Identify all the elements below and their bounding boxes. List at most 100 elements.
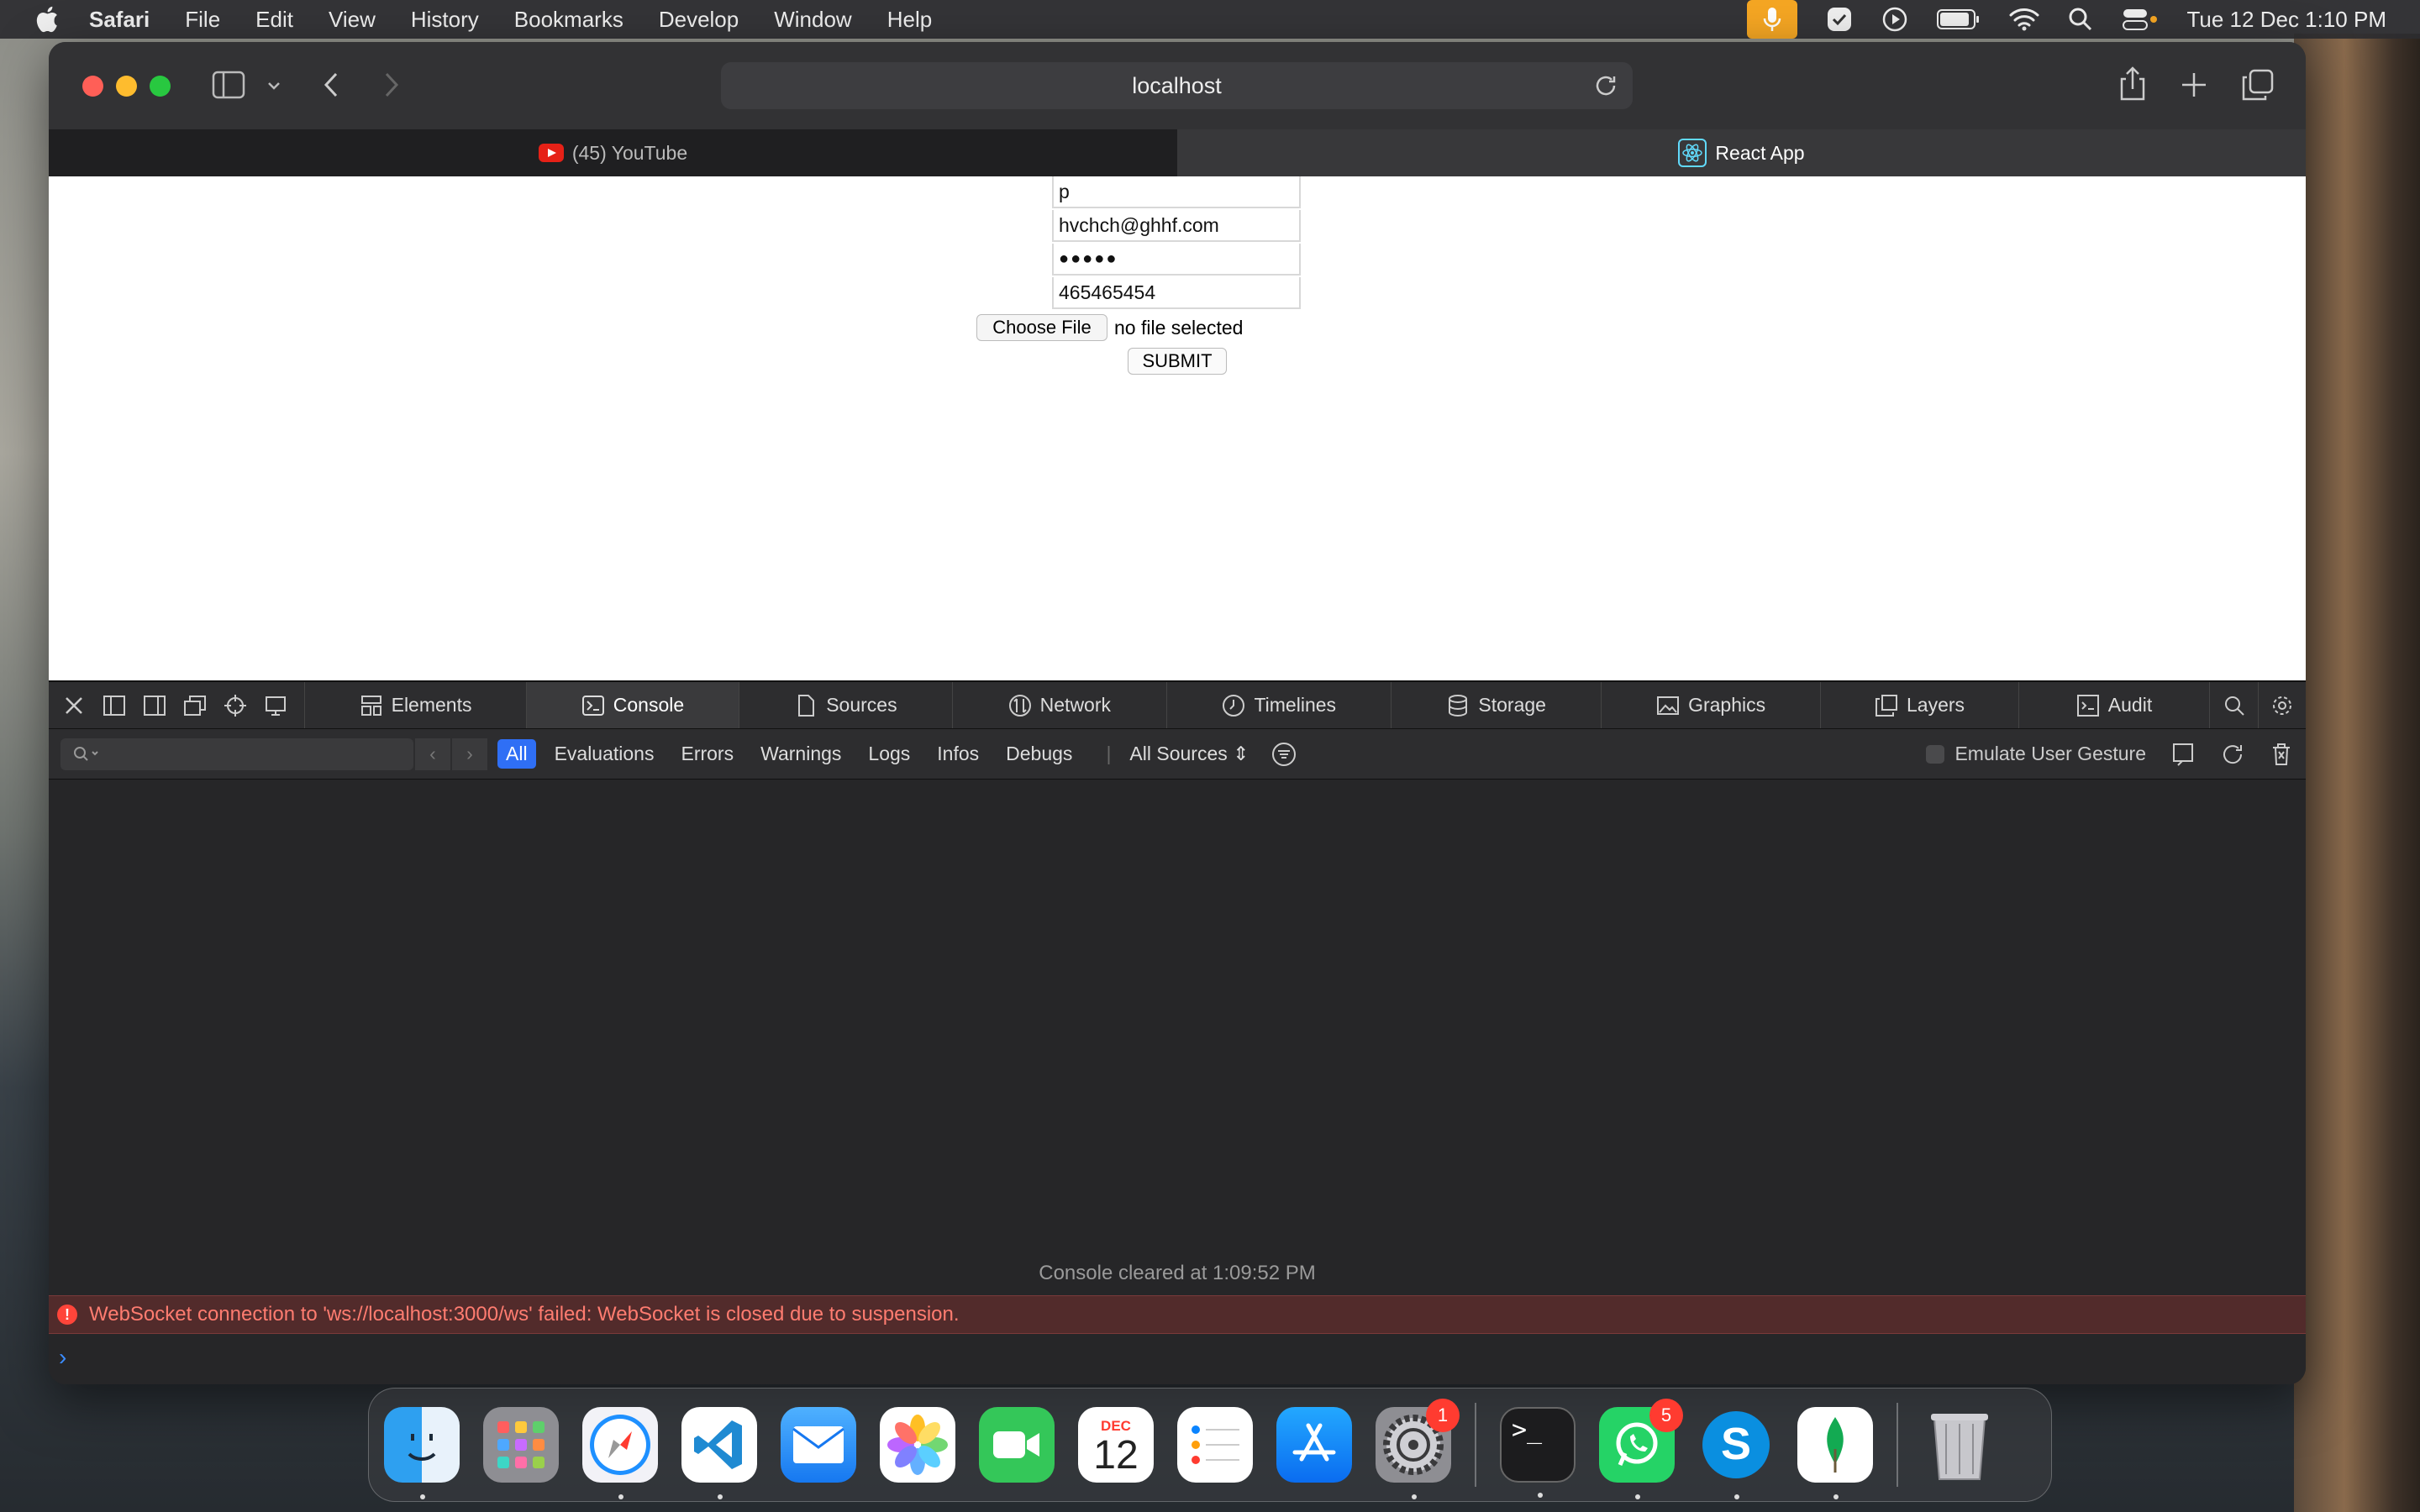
- devtools-tab-graphics[interactable]: Graphics: [1602, 682, 1822, 728]
- system-settings-icon[interactable]: 1: [1376, 1399, 1460, 1499]
- javascript-context-icon[interactable]: [2171, 742, 2196, 767]
- menu-help[interactable]: Help: [887, 7, 932, 33]
- devtools-tab-layers[interactable]: Layers: [1821, 682, 2019, 728]
- menu-view[interactable]: View: [329, 7, 376, 33]
- calendar-day: 12: [1093, 1433, 1139, 1478]
- dock-separator: [1897, 1403, 1898, 1487]
- crosshair-icon[interactable]: [224, 694, 247, 717]
- zoom-window-button[interactable]: [150, 76, 171, 97]
- whatsapp-icon[interactable]: 5: [1599, 1399, 1683, 1499]
- new-tab-icon[interactable]: [2180, 71, 2208, 99]
- console-output: [49, 780, 2306, 1339]
- photos-icon[interactable]: [880, 1407, 955, 1483]
- sidebar-toggle-icon[interactable]: [212, 71, 245, 99]
- tab-overview-icon[interactable]: [2242, 69, 2274, 101]
- devtools-tab-elements[interactable]: Elements: [305, 682, 527, 728]
- name-input[interactable]: p: [1052, 176, 1301, 208]
- filter-warnings[interactable]: Warnings: [752, 739, 850, 769]
- safari-icon[interactable]: [582, 1407, 658, 1499]
- previous-match-button[interactable]: ‹: [415, 738, 450, 770]
- filter-options-icon[interactable]: [1270, 741, 1297, 768]
- share-icon[interactable]: [2118, 66, 2148, 102]
- emulate-gesture-checkbox[interactable]: [1926, 744, 1945, 764]
- calendar-icon[interactable]: DEC 12: [1078, 1407, 1154, 1483]
- minimize-window-button[interactable]: [116, 76, 137, 97]
- tab-react-app[interactable]: React App: [1177, 129, 2306, 176]
- microphone-icon[interactable]: [1746, 0, 1797, 39]
- checkmark-app-icon[interactable]: [1826, 6, 1853, 33]
- battery-icon[interactable]: [1936, 8, 1981, 30]
- app-store-icon[interactable]: [1276, 1407, 1352, 1483]
- back-icon[interactable]: [319, 71, 343, 99]
- skype-icon[interactable]: S: [1698, 1407, 1774, 1499]
- address-bar[interactable]: localhost: [721, 62, 1633, 109]
- close-window-button[interactable]: [82, 76, 103, 97]
- dock-right-icon[interactable]: [143, 694, 166, 717]
- address-bar-url: localhost: [1132, 72, 1222, 98]
- wifi-icon[interactable]: [2009, 8, 2039, 31]
- reload-icon[interactable]: [1592, 72, 1619, 99]
- menubar-clock[interactable]: Tue 12 Dec 1:10 PM: [2187, 7, 2387, 33]
- devtools-tab-sources[interactable]: Sources: [739, 682, 953, 728]
- menu-history[interactable]: History: [411, 7, 479, 33]
- spotlight-search-icon[interactable]: [2068, 7, 2093, 32]
- device-settings-icon[interactable]: [264, 694, 287, 717]
- tab-youtube[interactable]: (45) YouTube: [49, 129, 1177, 176]
- dock-separator: [1475, 1403, 1476, 1487]
- console-error-row[interactable]: ! WebSocket connection to 'ws://localhos…: [49, 1295, 2306, 1334]
- devtools-tab-network[interactable]: Network: [953, 682, 1168, 728]
- devtools-tab-audit[interactable]: Audit: [2019, 682, 2211, 728]
- mail-icon[interactable]: [781, 1407, 856, 1483]
- devtools-tab-timelines[interactable]: Timelines: [1167, 682, 1392, 728]
- dock-left-icon[interactable]: [103, 694, 126, 717]
- chevron-down-icon[interactable]: [266, 77, 282, 94]
- control-center-icon[interactable]: [2122, 7, 2159, 32]
- devtools-tab-console[interactable]: Console: [526, 682, 740, 728]
- devtools-tab-storage[interactable]: Storage: [1392, 682, 1602, 728]
- vscode-icon[interactable]: [681, 1407, 757, 1499]
- facetime-icon[interactable]: [979, 1407, 1055, 1483]
- menu-develop[interactable]: Develop: [659, 7, 739, 33]
- filter-evaluations[interactable]: Evaluations: [546, 739, 663, 769]
- tab-label: Timelines: [1254, 694, 1337, 716]
- phone-input[interactable]: 465465454: [1052, 277, 1301, 309]
- notification-badge: 5: [1649, 1399, 1683, 1432]
- console-prompt-input[interactable]: ›: [49, 1336, 2306, 1384]
- menu-app-name[interactable]: Safari: [89, 7, 150, 33]
- apple-icon[interactable]: [34, 4, 64, 34]
- filter-infos[interactable]: Infos: [929, 739, 987, 769]
- react-icon: [1678, 139, 1707, 167]
- forward-icon[interactable]: [380, 71, 403, 99]
- devtools-search-button[interactable]: [2210, 682, 2260, 728]
- detach-window-icon[interactable]: [183, 694, 207, 717]
- submit-button[interactable]: SUBMIT: [1128, 348, 1227, 375]
- password-input[interactable]: ●●●●●: [1052, 244, 1301, 276]
- menu-file[interactable]: File: [185, 7, 220, 33]
- console-search-input[interactable]: [60, 738, 413, 770]
- trash-icon[interactable]: [2269, 742, 2294, 767]
- reload-page-icon[interactable]: [2220, 742, 2245, 767]
- browser-toolbar: localhost: [49, 42, 2306, 129]
- reminders-icon[interactable]: [1177, 1407, 1253, 1483]
- close-devtools-icon[interactable]: [62, 694, 86, 717]
- emulate-gesture-label: Emulate User Gesture: [1954, 743, 2146, 764]
- email-input[interactable]: hvchch@ghhf.com: [1052, 210, 1301, 242]
- devtools-settings-button[interactable]: [2259, 682, 2306, 728]
- terminal-icon[interactable]: >_: [1500, 1407, 1576, 1498]
- svg-text:S: S: [1721, 1419, 1751, 1469]
- menu-edit[interactable]: Edit: [255, 7, 293, 33]
- filter-logs[interactable]: Logs: [860, 739, 918, 769]
- finder-icon[interactable]: [384, 1407, 460, 1499]
- sources-select[interactable]: All Sources ⇕: [1121, 739, 1257, 769]
- choose-file-button[interactable]: Choose File: [976, 314, 1107, 341]
- filter-errors[interactable]: Errors: [672, 739, 742, 769]
- trash-icon[interactable]: [1922, 1407, 1997, 1483]
- filter-all[interactable]: All: [497, 739, 536, 769]
- menu-window[interactable]: Window: [774, 7, 851, 33]
- launchpad-icon[interactable]: [483, 1407, 559, 1483]
- play-icon[interactable]: [1881, 6, 1908, 33]
- filter-debugs[interactable]: Debugs: [997, 739, 1081, 769]
- mongodb-compass-icon[interactable]: [1797, 1407, 1873, 1499]
- next-match-button[interactable]: ›: [452, 738, 487, 770]
- menu-bookmarks[interactable]: Bookmarks: [514, 7, 623, 33]
